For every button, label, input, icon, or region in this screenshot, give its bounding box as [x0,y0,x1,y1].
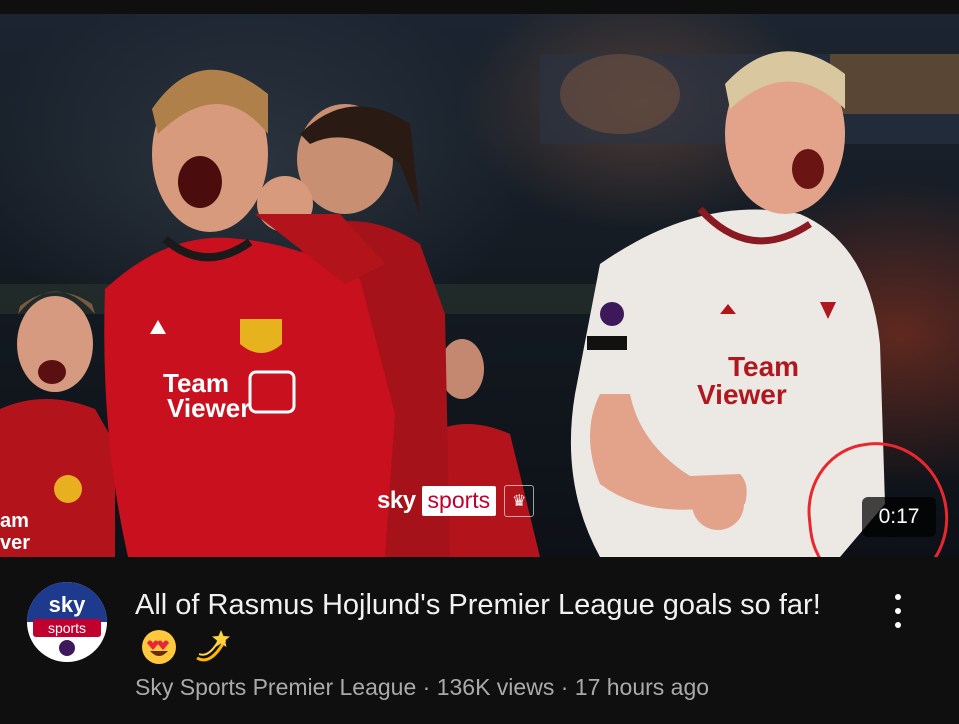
separator: · [560,674,569,700]
channel-name[interactable]: Sky Sports Premier League [135,674,416,700]
kebab-dot [895,594,901,600]
premier-league-icon: ♛ [504,485,535,517]
kebab-dot [895,608,901,614]
duration-badge: 0:17 [862,497,936,537]
dizzy-star-emoji-icon [196,630,231,662]
svg-text:am: am [0,510,29,532]
player-left-background: am ver [0,291,115,557]
top-bar [0,0,959,14]
stadium-light-panel [830,54,959,114]
svg-text:Viewer: Viewer [167,393,250,423]
crowd-blur [560,54,680,134]
separator: · [422,674,431,700]
watermark-sky: sky [377,487,416,514]
kebab-dot [895,622,901,628]
thumbnail-artwork: am ver OX Team Viewer [0,51,959,557]
svg-text:Viewer: Viewer [697,379,787,410]
video-thumbnail[interactable]: am ver OX Team Viewer [0,14,959,557]
avatar-sky-text: sky [48,592,86,617]
channel-avatar[interactable]: sky sports [27,582,107,662]
sky-sports-watermark: sky sports ♛ [377,484,535,518]
watermark-sports: sports [421,486,497,516]
avatar-top: sky [27,582,107,622]
svg-text:ver: ver [0,532,30,554]
premier-league-icon [59,640,75,656]
upload-age: 17 hours ago [574,674,710,700]
video-metadata: Sky Sports Premier League · 136K views ·… [135,674,709,701]
view-count: 136K views [436,674,555,700]
video-title[interactable]: All of Rasmus Hojlund's Premier League g… [135,585,835,667]
svg-text:Team: Team [728,351,799,382]
more-vert-icon[interactable] [885,590,911,632]
avatar-sports-text: sports [33,619,101,637]
video-title-text: All of Rasmus Hojlund's Premier League g… [135,589,821,621]
heart-eyes-emoji-icon [142,630,176,665]
